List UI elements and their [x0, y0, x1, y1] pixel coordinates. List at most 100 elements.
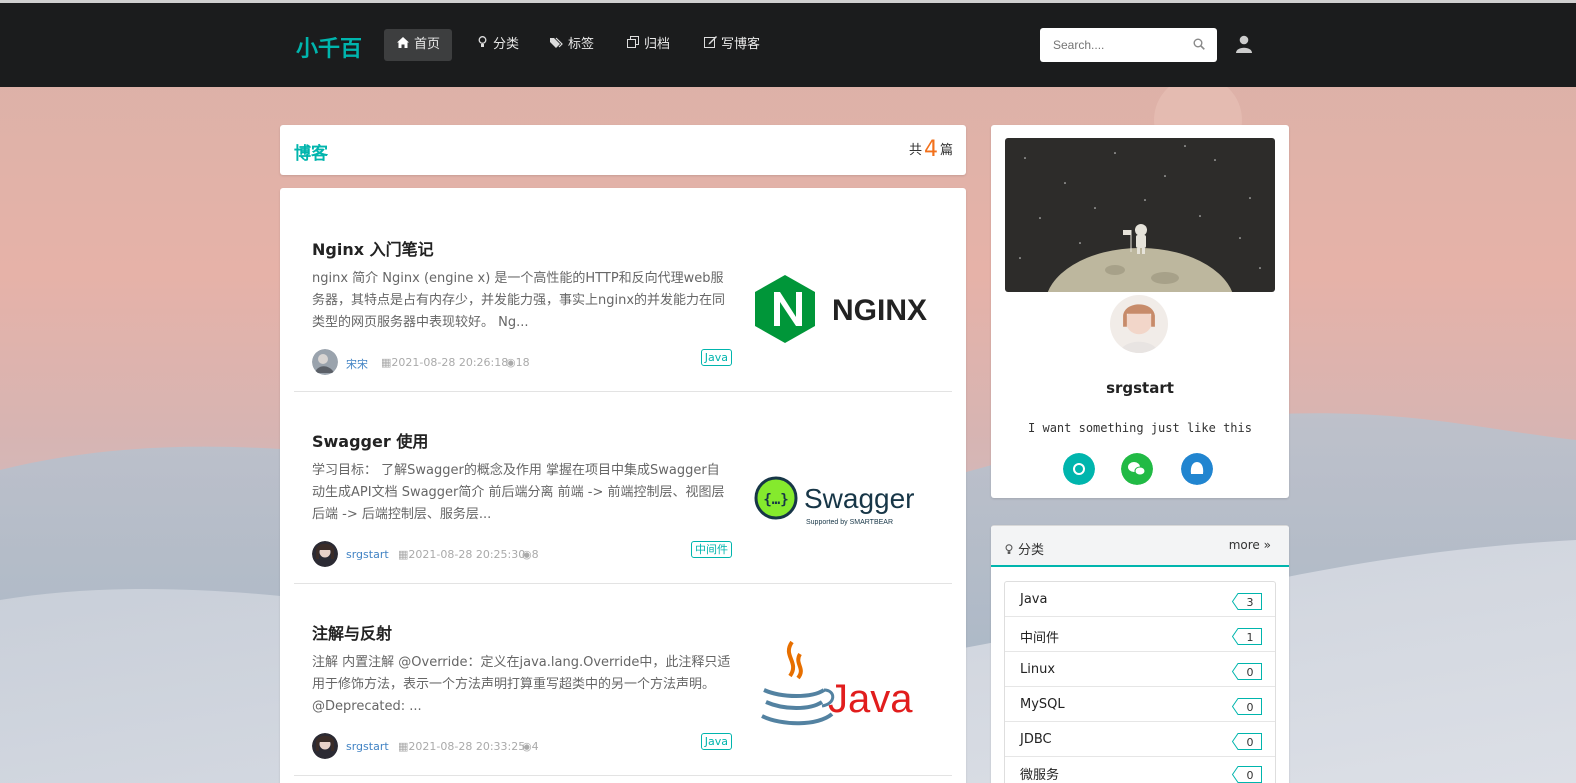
blog-count: 共4 篇 — [909, 137, 953, 162]
post-title[interactable]: 注解与反射 — [312, 620, 392, 644]
post-author[interactable]: srgstart — [346, 548, 389, 561]
post-thumbnail[interactable]: {…} Swagger Supported by SMARTBEAR — [752, 454, 936, 550]
user-icon[interactable] — [1236, 35, 1252, 53]
category-card: 分类 more » Java 3 中间件 1 Linux 0 MySQL 0 J… — [991, 525, 1289, 783]
top-navbar: 小千百 首页 分类 标签 归档 写博客 — [0, 3, 1576, 87]
post-tag[interactable]: Java — [700, 733, 732, 750]
nav-item-archive[interactable]: 归档 — [614, 29, 682, 61]
category-count-badge: 3 — [1232, 593, 1262, 610]
site-logo[interactable]: 小千百 — [296, 31, 362, 63]
more-link[interactable]: more » — [1229, 538, 1271, 552]
category-count: 3 — [1247, 596, 1254, 609]
double-chevron-right-icon: » — [1263, 538, 1271, 552]
more-link-text: more — [1228, 538, 1260, 552]
category-count: 0 — [1247, 736, 1254, 749]
post-author[interactable]: srgstart — [346, 740, 389, 753]
post-author[interactable]: 宋宋 — [346, 356, 368, 372]
nav-item-label: 首页 — [414, 37, 441, 52]
profile-card: srgstart I want something just like this — [991, 125, 1289, 498]
profile-avatar[interactable] — [1108, 293, 1170, 355]
clone-icon — [626, 29, 640, 61]
lightbulb-icon — [1005, 543, 1018, 558]
category-count-badge: 1 — [1232, 628, 1262, 645]
post-item: Nginx 入门笔记 nginx 简介 Nginx (engine x) 是一个… — [294, 200, 952, 392]
post-date: ▦2021-08-28 20:26:18 — [381, 356, 508, 369]
wechat-icon[interactable] — [1121, 453, 1153, 485]
category-name: Linux — [1020, 662, 1056, 677]
post-views: ◉4 — [522, 740, 539, 753]
blog-header: 博客 共4 篇 — [280, 125, 966, 175]
lightbulb-icon — [475, 29, 489, 61]
category-item[interactable]: 微服务 0 — [1005, 757, 1275, 783]
post-tag[interactable]: Java — [700, 349, 732, 366]
post-views-text: 4 — [531, 740, 539, 753]
category-name: MySQL — [1020, 697, 1065, 712]
post-excerpt: nginx 简介 Nginx (engine x) 是一个高性能的HTTP和反向… — [312, 271, 726, 330]
category-item[interactable]: Java 3 — [1005, 582, 1275, 617]
post-tag[interactable]: 中间件 — [691, 541, 732, 558]
avatar[interactable] — [312, 733, 338, 759]
profile-name: srgstart — [1106, 379, 1174, 397]
category-count-badge: 0 — [1232, 733, 1262, 750]
search-box — [1040, 28, 1217, 62]
thumbnail-logo-text: Swagger — [804, 483, 915, 514]
avatar[interactable] — [312, 541, 338, 567]
qq-icon[interactable] — [1181, 453, 1213, 485]
post-meta: srgstart ▦2021-08-28 20:33:25 ◉4 — [312, 733, 732, 761]
post-date: ▦2021-08-28 20:25:30 — [398, 548, 525, 561]
category-count-badge: 0 — [1232, 698, 1262, 715]
nav-item-home[interactable]: 首页 — [384, 29, 453, 61]
thumbnail-logo-subtext: Supported by SMARTBEAR — [806, 519, 893, 526]
tags-icon — [550, 29, 564, 61]
nav-item-label: 归档 — [644, 37, 671, 52]
category-name: Java — [1020, 592, 1048, 607]
post-title[interactable]: Swagger 使用 — [312, 428, 428, 452]
post-thumbnail[interactable]: NGINX — [752, 262, 936, 358]
calendar-icon: ▦ — [398, 740, 409, 753]
home-icon — [396, 29, 410, 61]
search-icon[interactable] — [1193, 38, 1205, 50]
nav-item-label: 标签 — [568, 37, 595, 52]
nav-item-label: 分类 — [493, 37, 520, 52]
profile-motto: I want something just like this — [1028, 421, 1252, 435]
post-excerpt: 学习目标： 了解Swagger的概念及作用 掌握在项目中集成Swagger自动生… — [312, 463, 725, 522]
thumbnail-logo-text: Java — [828, 677, 913, 721]
nav-item-write-blog[interactable]: 写博客 — [691, 29, 772, 61]
eye-icon: ◉ — [506, 356, 516, 369]
post-meta: srgstart ▦2021-08-28 20:25:30 ◉8 — [312, 541, 732, 569]
category-header: 分类 more » — [991, 526, 1289, 567]
eye-icon: ◉ — [522, 548, 532, 561]
post-date-text: 2021-08-28 20:25:30 — [408, 548, 526, 561]
post-item: Swagger 使用 学习目标： 了解Swagger的概念及作用 掌握在项目中集… — [294, 392, 952, 584]
post-title[interactable]: Nginx 入门笔记 — [312, 236, 434, 260]
post-date-text: 2021-08-28 20:33:25 — [408, 740, 526, 753]
category-title-text: 分类 — [1018, 543, 1045, 558]
post-thumbnail[interactable]: Java — [752, 634, 936, 742]
nav-item-category[interactable]: 分类 — [463, 29, 531, 61]
post-date-text: 2021-08-28 20:26:18 — [391, 356, 509, 369]
calendar-icon: ▦ — [398, 548, 409, 561]
count-suffix: 篇 — [939, 143, 953, 158]
profile-banner — [1005, 138, 1275, 292]
top-border — [0, 0, 1576, 3]
github-icon[interactable] — [1063, 453, 1095, 485]
post-list: Nginx 入门笔记 nginx 简介 Nginx (engine x) 是一个… — [280, 188, 966, 783]
nav-item-tags[interactable]: 标签 — [538, 29, 606, 61]
post-date: ▦2021-08-28 20:33:25 — [398, 740, 525, 753]
category-count: 0 — [1247, 701, 1254, 714]
thumbnail-logo-text: NGINX — [832, 294, 927, 327]
category-name: JDBC — [1020, 732, 1052, 747]
count-prefix: 共 — [908, 143, 922, 158]
post-views: ◉18 — [506, 356, 530, 369]
category-item[interactable]: Linux 0 — [1005, 652, 1275, 687]
nav-item-label: 写博客 — [721, 37, 761, 52]
count-number: 4 — [923, 137, 938, 162]
category-item[interactable]: JDBC 0 — [1005, 722, 1275, 757]
avatar[interactable] — [312, 349, 338, 375]
search-input[interactable] — [1040, 28, 1180, 62]
post-excerpt: 注解 内置注解 @Override：定义在java.lang.Override中… — [312, 655, 731, 714]
category-item[interactable]: MySQL 0 — [1005, 687, 1275, 722]
edit-icon — [703, 29, 717, 61]
post-views: ◉8 — [522, 548, 539, 561]
category-item[interactable]: 中间件 1 — [1005, 617, 1275, 652]
